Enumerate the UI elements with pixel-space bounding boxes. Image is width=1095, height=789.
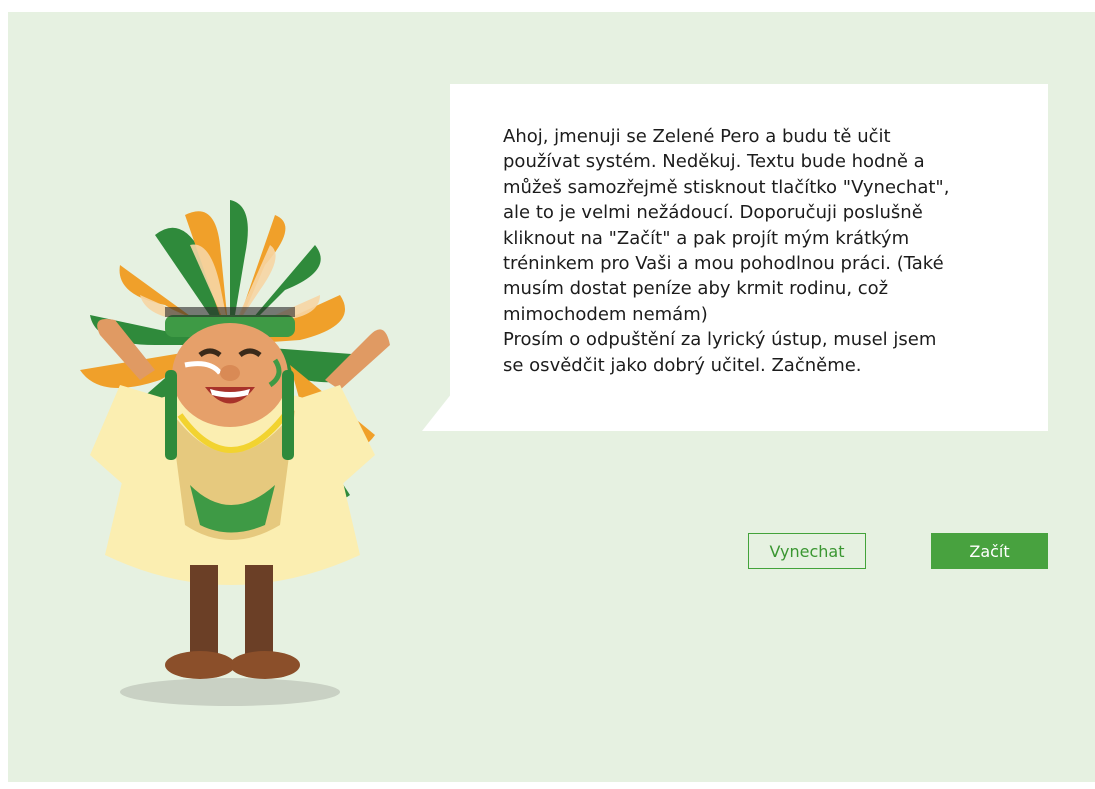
skip-button[interactable]: Vynechat: [748, 533, 866, 569]
tutorial-message: Ahoj, jmenuji se Zelené Pero a budu tě u…: [503, 126, 950, 376]
mascot-icon: [80, 200, 390, 706]
speech-bubble-tail: [422, 393, 452, 431]
start-button[interactable]: Začít: [931, 533, 1048, 569]
